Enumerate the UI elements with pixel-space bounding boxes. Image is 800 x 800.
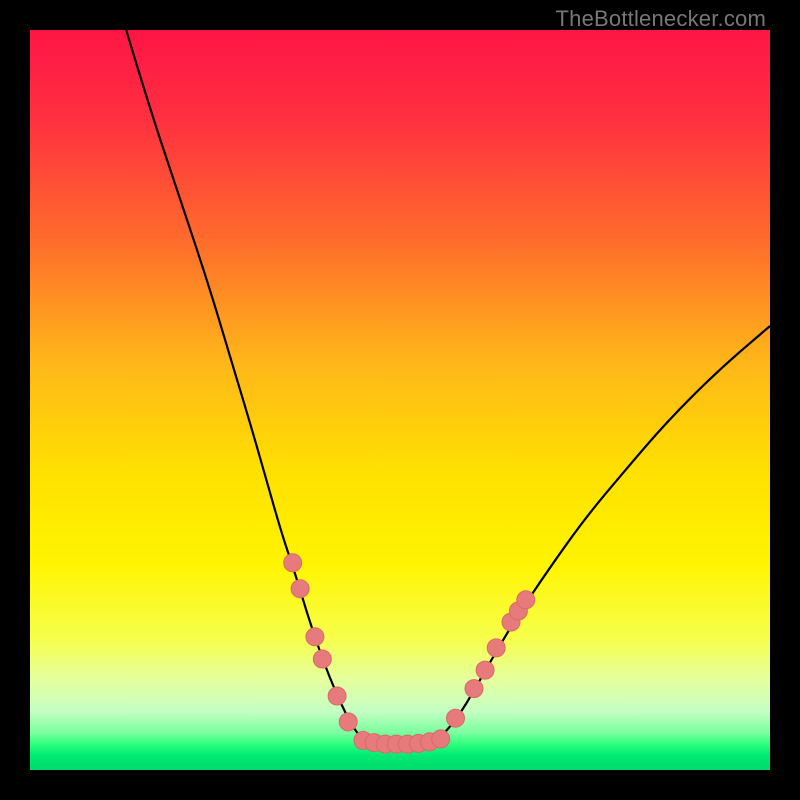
data-marker — [306, 628, 324, 646]
data-markers — [284, 554, 535, 753]
data-marker — [313, 650, 331, 668]
plot-area — [30, 30, 770, 770]
data-marker — [487, 639, 505, 657]
data-marker — [517, 591, 535, 609]
data-marker — [328, 687, 346, 705]
data-marker — [465, 680, 483, 698]
data-marker — [291, 580, 309, 598]
watermark-text: TheBottlenecker.com — [556, 6, 766, 32]
data-marker — [447, 709, 465, 727]
chart-frame: TheBottlenecker.com — [0, 0, 800, 800]
left-curve — [126, 30, 363, 740]
curve-layer — [30, 30, 770, 770]
data-marker — [432, 730, 450, 748]
data-marker — [476, 661, 494, 679]
data-marker — [284, 554, 302, 572]
data-marker — [339, 713, 357, 731]
